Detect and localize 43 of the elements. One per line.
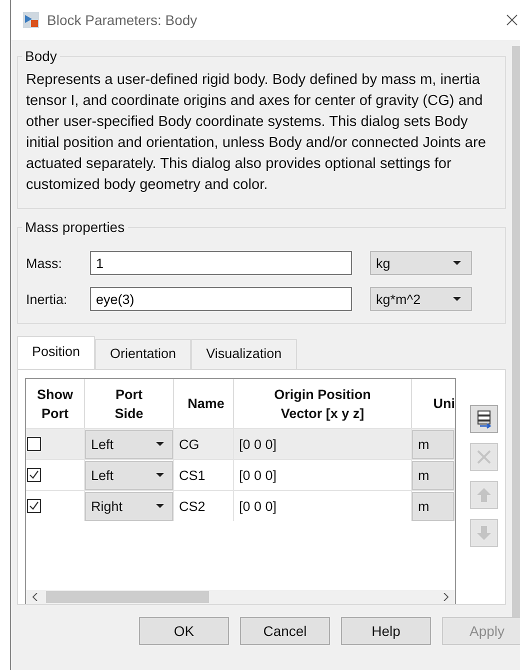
origin-cell: [0 0 0] — [234, 459, 412, 490]
column-header: Uni — [432, 395, 455, 413]
unit-dropdown[interactable]: kg*m^2 — [370, 287, 472, 311]
unit-cell[interactable]: m — [412, 460, 454, 490]
unit-cell[interactable]: m — [412, 492, 454, 520]
input-field[interactable]: eye(3) — [90, 287, 352, 311]
scroll-left-icon[interactable] — [32, 593, 38, 601]
port-side-dropdown[interactable]: Left — [85, 460, 173, 490]
dialog-button[interactable]: OK — [139, 617, 229, 645]
name-cell: CS2 — [174, 490, 234, 521]
caret-icon — [156, 473, 164, 477]
group-title: Body — [24, 48, 58, 64]
caret-icon — [453, 261, 461, 265]
tab[interactable]: Orientation — [95, 339, 192, 369]
tab[interactable]: Visualization — [191, 339, 297, 369]
checkbox[interactable] — [27, 437, 41, 451]
app-icon — [23, 12, 39, 28]
field-label: Mass: — [26, 256, 64, 270]
dialog-button[interactable]: Cancel — [240, 617, 330, 645]
dialog-button[interactable]: Help — [341, 617, 431, 645]
close-icon[interactable] — [506, 14, 518, 26]
input-field[interactable]: 1 — [90, 251, 352, 275]
caret-icon — [453, 297, 461, 301]
port-side-dropdown[interactable]: Right — [85, 492, 173, 520]
port-side-dropdown[interactable]: Left — [85, 430, 173, 458]
checkbox[interactable] — [27, 499, 41, 513]
scroll-right-icon[interactable] — [443, 593, 449, 601]
caret-icon — [156, 504, 164, 508]
name-cell: CG — [174, 428, 234, 459]
unit-cell[interactable]: m — [412, 430, 454, 458]
unit-dropdown[interactable]: kg — [370, 251, 472, 275]
origin-cell: [0 0 0] — [234, 428, 412, 459]
tab[interactable]: Position — [17, 336, 96, 369]
name-cell: CS1 — [174, 459, 234, 490]
checkbox[interactable] — [27, 468, 41, 482]
group-title: Mass properties — [24, 219, 126, 235]
horizontal-scrollbar[interactable] — [26, 590, 455, 604]
field-label: Inertia: — [26, 292, 68, 306]
origin-cell: [0 0 0] — [234, 490, 412, 521]
caret-icon — [156, 442, 164, 446]
add-row-button[interactable] — [470, 405, 498, 433]
description-text: Represents a user-defined rigid body. Body defined by mass m, inertia tensor I, and coordinate origins and axes for center of gravity (CG) and other user-specified Body coordinate systems. This dialog sets Body initial position and orientation, unless Body and/or connected Joints are actuated separately. This dialog also provides optional settings for customized body geometry and color. — [26, 71, 486, 195]
window-title: Block Parameters: Body — [47, 12, 198, 28]
